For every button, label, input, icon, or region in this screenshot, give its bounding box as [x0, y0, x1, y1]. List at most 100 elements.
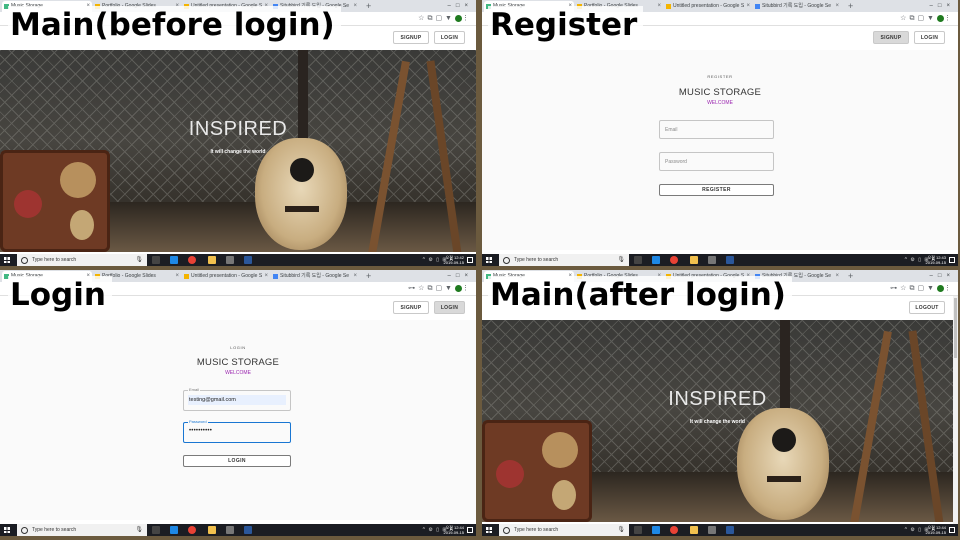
password-value: ••••••••••: [189, 428, 213, 434]
file-explorer-icon[interactable]: [208, 256, 216, 264]
microphone-icon[interactable]: 🎙: [135, 256, 143, 263]
logout-button[interactable]: LOGOUT: [909, 301, 945, 314]
microphone-icon[interactable]: 🎙: [135, 526, 143, 533]
form-heading: REGISTER: [707, 74, 733, 79]
microphone-icon[interactable]: 🎙: [617, 526, 625, 533]
guitar-bridge: [285, 206, 319, 212]
signup-button[interactable]: SIGNUP: [393, 301, 429, 314]
chrome-icon[interactable]: [670, 526, 678, 534]
new-tab-icon[interactable]: +: [366, 0, 371, 12]
signup-button[interactable]: SIGNUP: [873, 31, 909, 44]
new-tab-icon[interactable]: +: [848, 0, 853, 12]
word-icon[interactable]: [726, 256, 734, 264]
panel-register: Music Storage× Portfolio - Google Slides…: [482, 0, 958, 266]
close-icon[interactable]: ×: [657, 1, 661, 12]
email-field[interactable]: Email testing@gmail.com: [183, 387, 291, 411]
notification-icon[interactable]: [467, 527, 473, 533]
login-submit-button[interactable]: LOGIN: [183, 455, 291, 467]
notification-icon[interactable]: [949, 257, 955, 263]
taskbar-search[interactable]: Type here to search 🎙: [499, 524, 629, 536]
signup-button[interactable]: SIGNUP: [393, 31, 429, 44]
new-tab-icon[interactable]: +: [848, 270, 853, 282]
hero-image: INSPIRED It will change the world: [0, 50, 476, 252]
task-view-icon[interactable]: [634, 526, 642, 534]
notification-icon[interactable]: [467, 257, 473, 263]
taskbar-clock[interactable]: 오전 12:43 2019-09-15: [926, 255, 946, 265]
taskbar-search[interactable]: Type here to search 🎙: [499, 254, 629, 266]
window-controls[interactable]: –□×: [448, 270, 473, 282]
file-explorer-icon[interactable]: [690, 256, 698, 264]
app-icon[interactable]: [226, 526, 234, 534]
scrollbar-thumb[interactable]: [954, 298, 957, 358]
extension-icons[interactable]: ☆⧉▢▼ ⋮: [418, 12, 472, 25]
close-icon[interactable]: ×: [746, 1, 750, 12]
extension-icons[interactable]: ⊶☆⧉▢▼ ⋮: [408, 282, 472, 295]
app-title: MUSIC STORAGE: [678, 87, 762, 98]
app-icon[interactable]: [708, 256, 716, 264]
file-explorer-icon[interactable]: [690, 526, 698, 534]
windows-start-icon[interactable]: [4, 257, 10, 263]
chrome-icon[interactable]: [188, 256, 196, 264]
close-icon[interactable]: ×: [835, 1, 839, 12]
vscode-icon[interactable]: [170, 256, 178, 264]
vscode-icon[interactable]: [652, 256, 660, 264]
profile-avatar[interactable]: [455, 284, 462, 292]
panel-login: Music Storage× Portfolio - Google Slides…: [0, 270, 476, 536]
password-field[interactable]: Password ••••••••••: [183, 419, 291, 443]
password-field[interactable]: Password: [659, 152, 774, 171]
profile-avatar[interactable]: [937, 284, 944, 292]
close-icon[interactable]: ×: [835, 271, 839, 282]
guitar-bridge: [767, 476, 801, 482]
chrome-icon[interactable]: [188, 526, 196, 534]
panel-label: Main(after login): [488, 276, 792, 315]
register-button[interactable]: REGISTER: [659, 184, 774, 196]
tab-situbbird[interactable]: Situbbird 기록 도입 - Google Se×: [753, 1, 841, 12]
close-icon[interactable]: ×: [353, 271, 357, 282]
windows-start-icon[interactable]: [4, 527, 10, 533]
extension-icons[interactable]: ☆⧉▢▼ ⋮: [900, 12, 954, 25]
tab-situbbird[interactable]: Situbbird 기록 도입 - Google Se×: [271, 271, 359, 282]
login-button[interactable]: LOGIN: [914, 31, 945, 44]
close-icon[interactable]: ×: [353, 1, 357, 12]
tab-untitled-presentation[interactable]: Untitled presentation - Google S×: [664, 1, 752, 12]
tab-untitled-presentation[interactable]: Untitled presentation - Google S×: [182, 271, 270, 282]
search-placeholder: Type here to search: [514, 527, 559, 533]
suitcase: [0, 150, 110, 252]
window-controls[interactable]: –□×: [930, 270, 955, 282]
taskbar-clock[interactable]: 오전 12:42 2019-09-15: [444, 255, 464, 265]
extension-icons[interactable]: ⊶☆⧉▢▼ ⋮: [890, 282, 954, 295]
profile-avatar[interactable]: [455, 14, 462, 22]
file-explorer-icon[interactable]: [208, 526, 216, 534]
task-view-icon[interactable]: [634, 256, 642, 264]
login-button[interactable]: LOGIN: [434, 31, 465, 44]
app-icon[interactable]: [226, 256, 234, 264]
profile-avatar[interactable]: [937, 14, 944, 22]
login-button[interactable]: LOGIN: [434, 301, 465, 314]
taskbar-search[interactable]: Type here to search 🎙: [17, 254, 147, 266]
page-scrollbar[interactable]: [953, 296, 958, 524]
word-icon[interactable]: [244, 526, 252, 534]
taskbar-search[interactable]: Type here to search 🎙: [17, 524, 147, 536]
panel-main-before-login: Music Storage× Portfolio - Google Slides…: [0, 0, 476, 266]
email-field[interactable]: Email: [659, 120, 774, 139]
window-controls[interactable]: –□×: [930, 0, 955, 12]
chrome-icon[interactable]: [670, 256, 678, 264]
taskbar-clock[interactable]: 오전 12:44 2019-09-15: [926, 525, 946, 535]
windows-start-icon[interactable]: [486, 527, 492, 533]
microphone-icon[interactable]: 🎙: [617, 256, 625, 263]
windows-start-icon[interactable]: [486, 257, 492, 263]
app-icon[interactable]: [708, 526, 716, 534]
word-icon[interactable]: [726, 526, 734, 534]
task-view-icon[interactable]: [152, 526, 160, 534]
word-icon[interactable]: [244, 256, 252, 264]
window-controls[interactable]: –□×: [448, 0, 473, 12]
close-icon[interactable]: ×: [264, 271, 268, 282]
notification-icon[interactable]: [949, 527, 955, 533]
close-icon[interactable]: ×: [175, 271, 179, 282]
taskbar-clock[interactable]: 오전 12:44 2019-09-15: [444, 525, 464, 535]
vscode-icon[interactable]: [170, 526, 178, 534]
new-tab-icon[interactable]: +: [366, 270, 371, 282]
vscode-icon[interactable]: [652, 526, 660, 534]
hero-title: INSPIRED: [668, 388, 767, 410]
task-view-icon[interactable]: [152, 256, 160, 264]
